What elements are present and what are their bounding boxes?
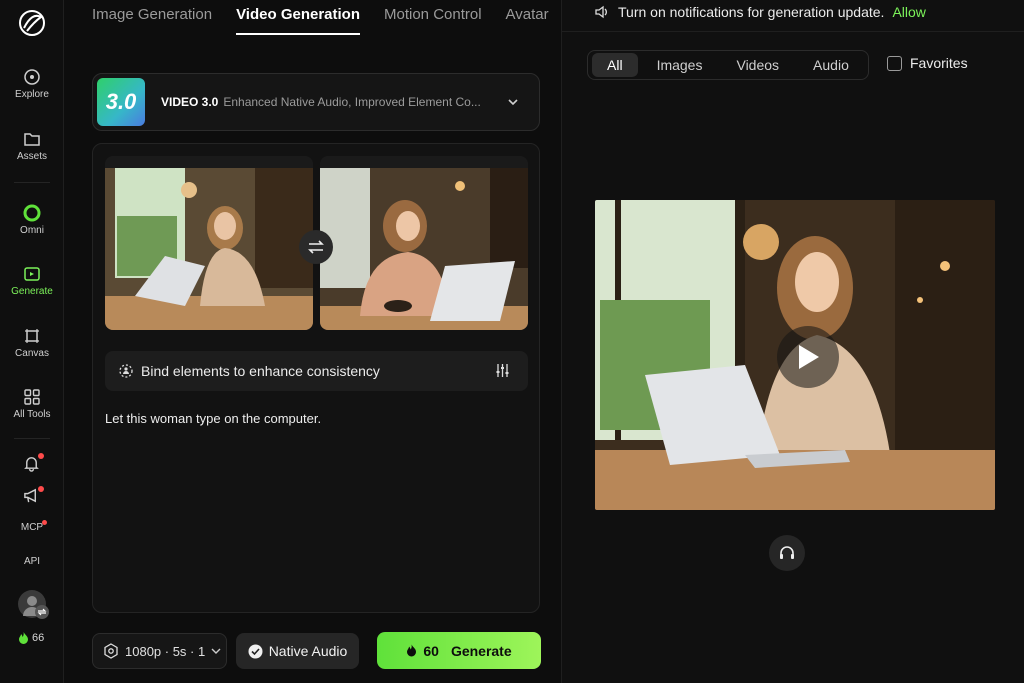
announcement-badge xyxy=(38,486,44,492)
favorites-checkbox[interactable]: Favorites xyxy=(887,55,968,71)
settings-hex-icon xyxy=(104,643,118,659)
tab-motion-control[interactable]: Motion Control xyxy=(384,0,482,36)
native-audio-toggle[interactable]: Native Audio xyxy=(236,633,359,669)
sidebar-item-mcp[interactable]: MCP xyxy=(0,522,64,533)
filter-images[interactable]: Images xyxy=(642,53,718,77)
canvas-icon xyxy=(25,329,39,343)
sidebar-item-label: Explore xyxy=(15,89,49,100)
native-audio-label: Native Audio xyxy=(268,643,348,659)
generated-video-preview[interactable] xyxy=(595,200,995,510)
headset-icon xyxy=(780,546,794,559)
prompt-input[interactable]: Let this woman type on the computer. xyxy=(105,411,525,426)
switch-account-icon[interactable] xyxy=(35,605,49,619)
generation-tabs: Image Generation Video Generation Motion… xyxy=(92,0,549,36)
model-selector[interactable]: 3.0 VIDEO 3.0 Enhanced Native Audio, Imp… xyxy=(92,73,540,131)
filter-audio[interactable]: Audio xyxy=(798,53,864,77)
explore-icon xyxy=(24,69,40,85)
play-button[interactable] xyxy=(777,326,839,388)
chevron-down-icon xyxy=(211,648,221,654)
sidebar-item-generate[interactable]: Generate xyxy=(0,265,64,297)
media-filter: All Images Videos Audio xyxy=(587,50,869,80)
model-description: Enhanced Native Audio, Improved Element … xyxy=(223,95,481,109)
mcp-badge xyxy=(42,520,47,525)
credit-flame-icon xyxy=(19,632,28,644)
sidebar-item-api[interactable]: API xyxy=(0,556,64,567)
sidebar-item-label: All Tools xyxy=(13,409,51,420)
sidebar-item-label: Assets xyxy=(16,151,47,162)
credits-count: 66 xyxy=(32,632,45,644)
sidebar-item-explore[interactable]: Explore xyxy=(0,68,64,100)
bind-elements-button[interactable]: Bind elements to enhance consistency xyxy=(105,351,528,391)
check-circle-icon xyxy=(248,644,263,658)
omni-icon xyxy=(23,204,41,222)
sidebar-item-label: Canvas xyxy=(15,348,49,359)
sliders-icon[interactable] xyxy=(495,363,510,378)
bind-elements-icon xyxy=(119,364,133,378)
filter-all[interactable]: All xyxy=(592,53,638,77)
chevron-down-icon xyxy=(508,99,518,106)
notification-text: Turn on notifications for generation upd… xyxy=(618,4,885,20)
swap-frames-button[interactable] xyxy=(299,230,333,264)
sidebar-item-label: Generate xyxy=(11,286,53,297)
notification-badge xyxy=(38,453,44,459)
tab-avatar[interactable]: Avatar xyxy=(506,0,549,36)
favorites-label: Favorites xyxy=(910,55,968,71)
sidebar-divider xyxy=(14,182,50,183)
start-frame-image[interactable] xyxy=(105,156,313,330)
grid-icon xyxy=(24,389,40,405)
credits-display[interactable]: 66 xyxy=(18,632,44,644)
avatar[interactable] xyxy=(18,590,49,619)
checkbox-box xyxy=(887,55,902,71)
generate-cost: 60 xyxy=(423,642,439,659)
sidebar: Explore Assets Omni Generate Canvas All … xyxy=(0,0,64,683)
play-icon xyxy=(799,345,819,369)
sidebar-item-canvas[interactable]: Canvas xyxy=(0,327,64,359)
swap-icon xyxy=(308,240,324,254)
sidebar-item-all-tools[interactable]: All Tools xyxy=(0,388,64,420)
sidebar-divider xyxy=(14,438,50,439)
support-button[interactable] xyxy=(769,535,805,571)
sidebar-item-omni[interactable]: Omni xyxy=(0,204,64,236)
sidebar-item-assets[interactable]: Assets xyxy=(0,130,64,162)
model-name: VIDEO 3.0 xyxy=(161,95,219,109)
video-settings-dropdown[interactable]: 1080p · 5s · 1 xyxy=(92,633,227,669)
prompt-editor: Bind elements to enhance consistency Let… xyxy=(92,143,540,613)
cafe-woman-laptop-image xyxy=(105,168,313,330)
allow-notifications-link[interactable]: Allow xyxy=(892,4,925,20)
video-settings-label: 1080p · 5s · 1 xyxy=(125,643,206,659)
notification-banner: Turn on notifications for generation upd… xyxy=(594,4,926,20)
tab-video-generation[interactable]: Video Generation xyxy=(236,0,360,36)
generate-icon xyxy=(24,267,40,281)
credit-flame-icon xyxy=(407,644,417,657)
cafe-woman-laptop-image xyxy=(320,168,528,330)
sidebar-item-label: Omni xyxy=(20,225,44,236)
folder-icon xyxy=(24,133,40,146)
generate-label: Generate xyxy=(450,642,512,659)
end-frame-image[interactable] xyxy=(320,156,528,330)
bind-elements-label: Bind elements to enhance consistency xyxy=(141,363,380,379)
results-panel: Turn on notifications for generation upd… xyxy=(561,0,1024,683)
model-badge: 3.0 xyxy=(97,78,145,126)
tab-image-generation[interactable]: Image Generation xyxy=(92,0,212,36)
filter-videos[interactable]: Videos xyxy=(721,53,794,77)
speaker-icon xyxy=(595,5,607,19)
generate-button[interactable]: 60 Generate xyxy=(377,632,541,669)
app-logo[interactable] xyxy=(17,8,47,38)
